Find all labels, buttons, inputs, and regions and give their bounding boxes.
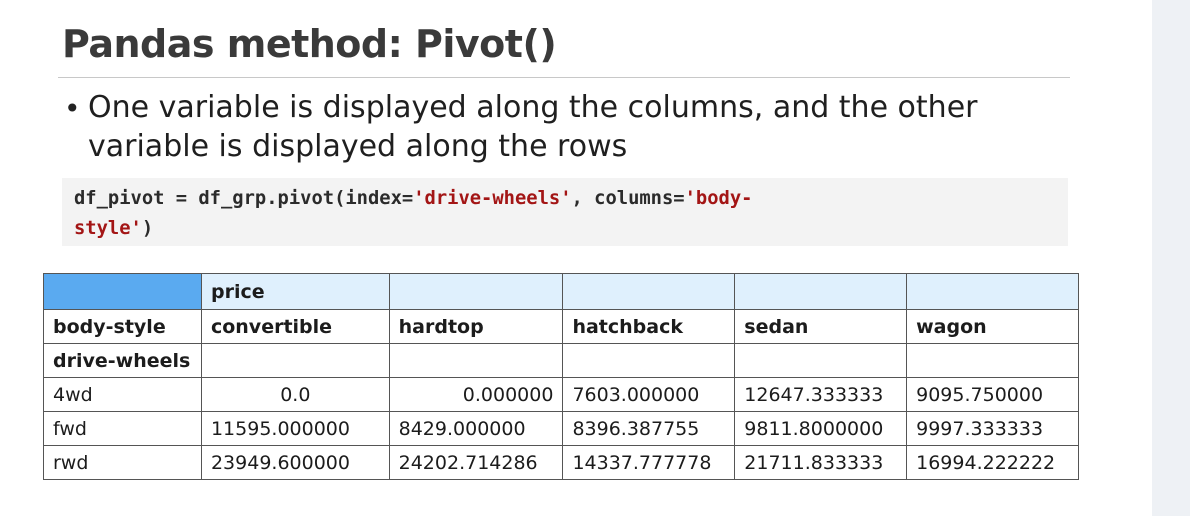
slide-title: Pandas method: Pivot() <box>62 22 557 66</box>
table-cell: 8429.000000 <box>388 411 564 446</box>
table-row: fwd 11595.000000 8429.000000 8396.387755… <box>43 411 1079 446</box>
column-index-label: body-style <box>43 309 202 344</box>
table-cell: 11595.000000 <box>200 411 390 446</box>
row-label: rwd <box>43 445 202 480</box>
bullet-text: One variable is displayed along the colu… <box>88 90 978 164</box>
code-text: df_pivot = df_grp.pivot(index='drive-whe… <box>74 188 753 239</box>
header-corner <box>43 273 202 310</box>
table-cell: 12647.333333 <box>734 377 908 412</box>
row-label: fwd <box>43 411 202 446</box>
table-cell: 9095.750000 <box>906 377 1079 412</box>
table-cell: 14337.777778 <box>562 445 736 480</box>
table-cell: 0.0 <box>200 377 390 412</box>
table-header-row: price <box>43 273 1079 310</box>
column-header: wagon <box>906 309 1079 344</box>
table-row: rwd 23949.600000 24202.714286 14337.7777… <box>43 445 1079 480</box>
table-row: 4wd 0.0 0.000000 7603.000000 12647.33333… <box>43 377 1079 412</box>
column-header: hatchback <box>562 309 736 344</box>
table-cell: 9997.333333 <box>906 411 1079 446</box>
column-header: hardtop <box>388 309 564 344</box>
table-cell: 0.000000 <box>388 377 564 412</box>
table-cell: 21711.833333 <box>734 445 908 480</box>
table-cell: 7603.000000 <box>562 377 736 412</box>
row-label: 4wd <box>43 377 202 412</box>
title-divider <box>58 77 1070 78</box>
pivot-table: price body-style convertible hardtop hat… <box>43 273 1079 480</box>
table-cell: 24202.714286 <box>388 445 564 480</box>
table-cell: 16994.222222 <box>906 445 1079 480</box>
table-cell: 23949.600000 <box>200 445 390 480</box>
side-panel <box>1152 0 1190 516</box>
bullet-icon: • <box>64 92 81 125</box>
table-cell: 9811.8000000 <box>734 411 908 446</box>
column-header: sedan <box>734 309 908 344</box>
column-header-row: body-style convertible hardtop hatchback… <box>43 309 1079 344</box>
code-block: df_pivot = df_grp.pivot(index='drive-whe… <box>62 178 1068 246</box>
slide: Pandas method: Pivot() • One variable is… <box>0 0 1152 516</box>
column-header: convertible <box>200 309 390 344</box>
row-index-label: drive-wheels <box>43 343 202 378</box>
header-price: price <box>200 273 390 310</box>
table-cell: 8396.387755 <box>562 411 736 446</box>
row-index-row: drive-wheels <box>43 343 1079 378</box>
